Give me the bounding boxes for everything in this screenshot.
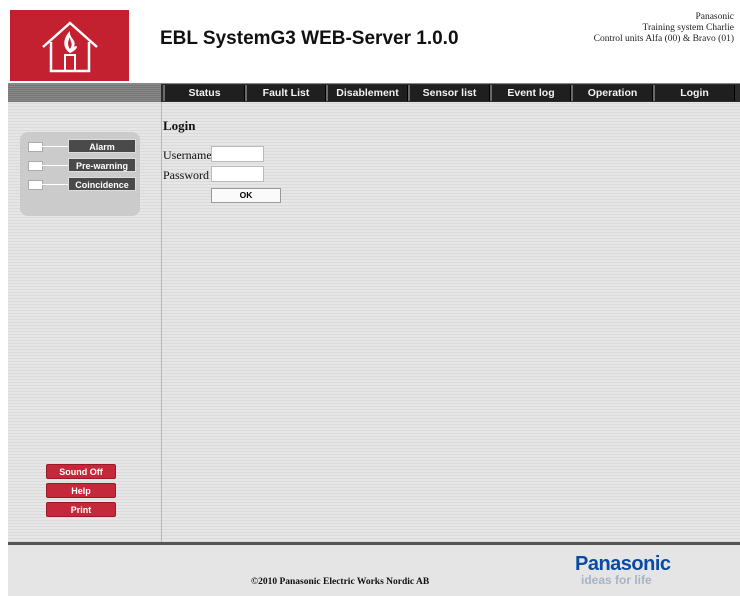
password-label: Password [163, 168, 210, 182]
system-info: Panasonic Training system Charlie Contro… [594, 12, 734, 45]
nav-bar: Status Fault List Disablement Sensor lis… [8, 83, 740, 102]
indicator-alarm: Alarm [28, 139, 138, 153]
copyright-text: ©2010 Panasonic Electric Works Nordic AB [251, 577, 430, 587]
indicator-panel: Alarm Pre-warning Coincidence [20, 132, 140, 216]
nav-status[interactable]: Status [163, 85, 245, 101]
info-company: Panasonic [695, 12, 734, 22]
help-button[interactable]: Help [46, 483, 116, 498]
page-title: EBL SystemG3 WEB-Server 1.0.0 [160, 28, 459, 49]
nav-disablement[interactable]: Disablement [326, 85, 408, 101]
login-heading: Login [163, 118, 196, 133]
page: EBL SystemG3 WEB-Server 1.0.0 Panasonic … [8, 6, 740, 596]
connector-line [42, 165, 68, 166]
nav-operation[interactable]: Operation [571, 85, 653, 101]
ok-button[interactable]: OK [211, 188, 281, 203]
house-fire-icon [41, 20, 98, 72]
nav-sensor-list[interactable]: Sensor list [408, 85, 490, 101]
indicator-label: Alarm [68, 139, 136, 153]
nav-event-log[interactable]: Event log [490, 85, 571, 101]
footer: ©2010 Panasonic Electric Works Nordic AB… [8, 542, 740, 596]
indicator-coincidence: Coincidence [28, 177, 138, 191]
nav-fault-list[interactable]: Fault List [245, 85, 326, 101]
brand-tagline: ideas for life [581, 573, 652, 587]
username-input[interactable] [211, 146, 264, 162]
username-label: Username [163, 148, 212, 162]
pre-warning-led-icon [28, 161, 43, 171]
info-system: Training system Charlie [642, 23, 734, 33]
indicator-pre-warning: Pre-warning [28, 158, 138, 172]
nav-spacer [8, 84, 161, 102]
connector-line [42, 146, 68, 147]
indicator-label: Coincidence [68, 177, 136, 191]
panasonic-logo: Panasonic ideas for life [575, 553, 695, 587]
alarm-led-icon [28, 142, 43, 152]
left-sidebar: Alarm Pre-warning Coincidence Sound Off … [8, 102, 162, 542]
header: EBL SystemG3 WEB-Server 1.0.0 Panasonic … [8, 6, 740, 82]
info-control-units: Control units Alfa (00) & Bravo (01) [593, 34, 734, 44]
nav-login[interactable]: Login [653, 85, 735, 101]
main-content: Alarm Pre-warning Coincidence Sound Off … [8, 102, 740, 542]
password-input[interactable] [211, 166, 264, 182]
coincidence-led-icon [28, 180, 43, 190]
print-button[interactable]: Print [46, 502, 116, 517]
connector-line [42, 184, 68, 185]
sound-off-button[interactable]: Sound Off [46, 464, 116, 479]
logo [10, 10, 129, 81]
indicator-label: Pre-warning [68, 158, 136, 172]
